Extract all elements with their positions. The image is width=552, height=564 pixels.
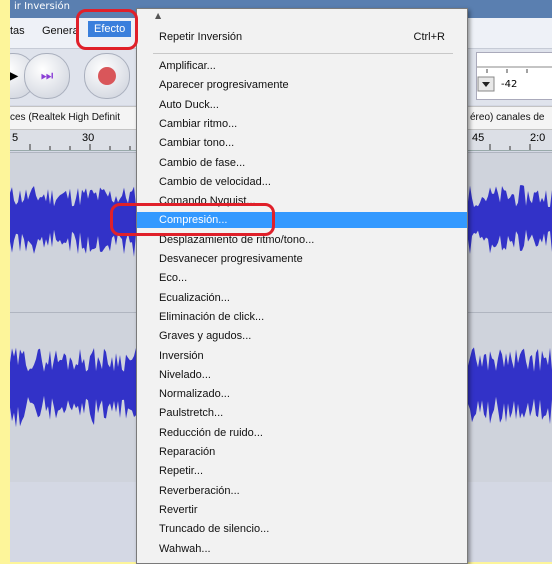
menu-item[interactable]: Reducción de ruido... <box>137 425 467 441</box>
menu-item[interactable]: Graves y agudos... <box>137 328 467 344</box>
ruler-tick: 45 <box>472 132 485 144</box>
input-device-text[interactable]: ces (Realtek High Definit <box>10 107 120 129</box>
menu-pistas[interactable]: tas <box>10 25 25 37</box>
menu-item[interactable]: Desvanecer progresivamente <box>137 251 467 267</box>
effect-menu: ▲ Repetir Inversión Ctrl+R Amplificar...… <box>136 8 468 564</box>
menu-generar[interactable]: Genera <box>42 25 79 37</box>
menu-item[interactable]: Amplificar... <box>137 58 467 74</box>
menu-item-label: Repetir Inversión <box>159 31 243 43</box>
highlight-efecto-menu <box>76 9 138 50</box>
highlight-compresion-item <box>110 203 275 236</box>
menu-item-repeat-invert[interactable]: Repetir Inversión Ctrl+R <box>137 29 467 45</box>
menu-shortcut: Ctrl+R <box>413 31 445 43</box>
menu-item[interactable]: Paulstretch... <box>137 405 467 421</box>
menu-item[interactable]: Auto Duck... <box>137 97 467 113</box>
menu-item[interactable]: Ecualización... <box>137 290 467 306</box>
menu-item[interactable]: Cambio de velocidad... <box>137 174 467 190</box>
menu-item[interactable]: Wahwah... <box>137 541 467 557</box>
menu-item[interactable]: Reparación <box>137 444 467 460</box>
menu-item[interactable]: Revertir <box>137 502 467 518</box>
menu-item[interactable]: Truncado de silencio... <box>137 521 467 537</box>
menu-item[interactable]: Normalizado... <box>137 386 467 402</box>
menu-item[interactable]: Cambiar tono... <box>137 135 467 151</box>
menu-item[interactable]: Aparecer progresivamente <box>137 77 467 93</box>
skip-to-end-button[interactable]: ⏭ <box>24 53 70 99</box>
record-button[interactable] <box>84 53 130 99</box>
menu-item[interactable]: Eliminación de click... <box>137 309 467 325</box>
ruler-tick: 2:0 <box>530 132 546 144</box>
level-meter[interactable]: -42 <box>476 52 552 100</box>
menu-item[interactable]: Nivelado... <box>137 367 467 383</box>
menu-item[interactable]: Cambiar ritmo... <box>137 116 467 132</box>
record-icon <box>85 54 129 98</box>
menu-item[interactable]: Eco... <box>137 270 467 286</box>
scroll-up-icon[interactable]: ▲ <box>155 11 161 20</box>
menu-separator <box>153 53 453 54</box>
skip-end-icon: ⏭ <box>40 68 54 84</box>
ruler-tick: 5 <box>12 132 19 144</box>
meter-scale-icon <box>477 66 552 92</box>
ruler-tick: 30 <box>82 132 95 144</box>
menu-item[interactable]: Inversión <box>137 348 467 364</box>
meter-db-label: -42 <box>501 79 518 90</box>
menu-item[interactable]: Repetir... <box>137 463 467 479</box>
menu-item[interactable]: Reverberación... <box>137 483 467 499</box>
menu-item[interactable]: Cambio de fase... <box>137 155 467 171</box>
